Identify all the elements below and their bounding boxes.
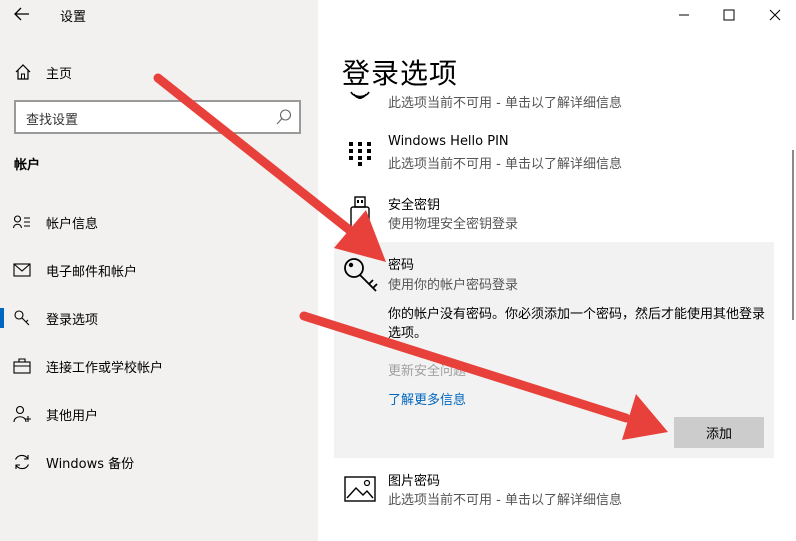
maximize-icon — [723, 9, 735, 21]
person-add-icon — [12, 404, 32, 424]
sidebar-item-email[interactable]: 电子邮件和帐户 — [0, 252, 318, 288]
section-title: 帐户 — [14, 158, 41, 173]
minimize-icon — [679, 14, 689, 16]
back-button[interactable] — [12, 4, 32, 24]
mail-icon — [12, 260, 32, 280]
nav-home-label: 主页 — [46, 66, 73, 82]
password-key-icon — [342, 254, 382, 294]
nav-home[interactable]: 主页 — [14, 60, 72, 84]
option-subtitle: 此选项当前不可用 - 单击以了解详细信息 — [388, 493, 622, 508]
key-icon — [12, 308, 32, 328]
password-subtitle: 使用你的帐户密码登录 — [388, 278, 519, 293]
update-security-questions-link: 更新安全问题 — [388, 364, 467, 379]
password-panel[interactable]: 密码 使用你的帐户密码登录 你的帐户没有密码。你必须添加一个密码，然后才能使用其… — [334, 242, 774, 458]
sidebar-item-label: Windows 备份 — [46, 456, 135, 472]
option-title: 安全密钥 — [388, 198, 441, 213]
close-button[interactable] — [763, 4, 787, 26]
picture-icon — [342, 472, 378, 506]
sidebar-item-label: 帐户信息 — [46, 216, 99, 232]
sidebar-item-sign-in-options[interactable]: 登录选项 — [0, 300, 318, 336]
minimize-button[interactable] — [672, 4, 696, 26]
fingerprint-icon — [342, 78, 378, 112]
home-icon — [15, 64, 31, 80]
sidebar-item-windows-backup[interactable]: Windows 备份 — [0, 444, 318, 480]
add-password-button[interactable]: 添加 — [674, 417, 764, 448]
maximize-button[interactable] — [717, 4, 741, 26]
option-windows-hello-pin[interactable]: Windows Hello PIN 此选项当前不可用 - 单击以了解详细信息 — [334, 132, 774, 188]
option-title: Windows Hello PIN — [388, 134, 509, 149]
scrollbar[interactable] — [792, 150, 794, 320]
search-icon — [276, 109, 292, 125]
option-subtitle: 此选项当前不可用 - 单击以了解详细信息 — [388, 157, 622, 172]
title-bar: 设置 — [0, 0, 318, 30]
active-indicator — [0, 308, 4, 328]
search-input[interactable]: 查找设置 — [14, 100, 301, 134]
pin-keypad-icon — [342, 136, 378, 170]
password-title: 密码 — [388, 258, 415, 273]
sidebar-item-other-users[interactable]: 其他用户 — [0, 396, 318, 432]
app-title: 设置 — [60, 10, 87, 25]
option-subtitle: 此选项当前不可用 - 单击以了解详细信息 — [388, 96, 622, 111]
sidebar: 设置 主页 查找设置 帐户 帐户信息 电子邮件和帐户 登录选项 连接工作或学校帐… — [0, 0, 318, 541]
sidebar-item-label: 登录选项 — [46, 312, 99, 328]
sync-icon — [12, 452, 32, 472]
option-picture-password[interactable]: 图片密码 此选项当前不可用 - 单击以了解详细信息 — [334, 468, 774, 524]
briefcase-icon — [12, 356, 32, 376]
back-arrow-icon — [14, 7, 29, 21]
option-security-key[interactable]: 安全密钥 使用物理安全密钥登录 — [334, 192, 774, 248]
password-description: 你的帐户没有密码。你必须添加一个密码，然后才能使用其他登录选项。 — [388, 307, 766, 341]
account-info-icon — [12, 212, 32, 232]
option-subtitle: 使用物理安全密钥登录 — [388, 217, 519, 232]
sidebar-item-label: 连接工作或学校帐户 — [46, 360, 164, 376]
sidebar-item-account-info[interactable]: 帐户信息 — [0, 204, 318, 240]
main-content: 登录选项 此选项当前不可用 - 单击以了解详细信息 Windows Hello … — [318, 0, 796, 541]
learn-more-link[interactable]: 了解更多信息 — [388, 389, 466, 408]
sidebar-item-work-school[interactable]: 连接工作或学校帐户 — [0, 348, 318, 384]
search-placeholder: 查找设置 — [26, 113, 79, 128]
usb-key-icon — [342, 196, 378, 230]
close-icon — [769, 9, 781, 21]
sidebar-item-label: 其他用户 — [46, 408, 99, 424]
option-fingerprint[interactable]: 此选项当前不可用 - 单击以了解详细信息 — [334, 78, 774, 118]
option-title: 图片密码 — [388, 474, 441, 489]
sidebar-item-label: 电子邮件和帐户 — [46, 264, 138, 280]
